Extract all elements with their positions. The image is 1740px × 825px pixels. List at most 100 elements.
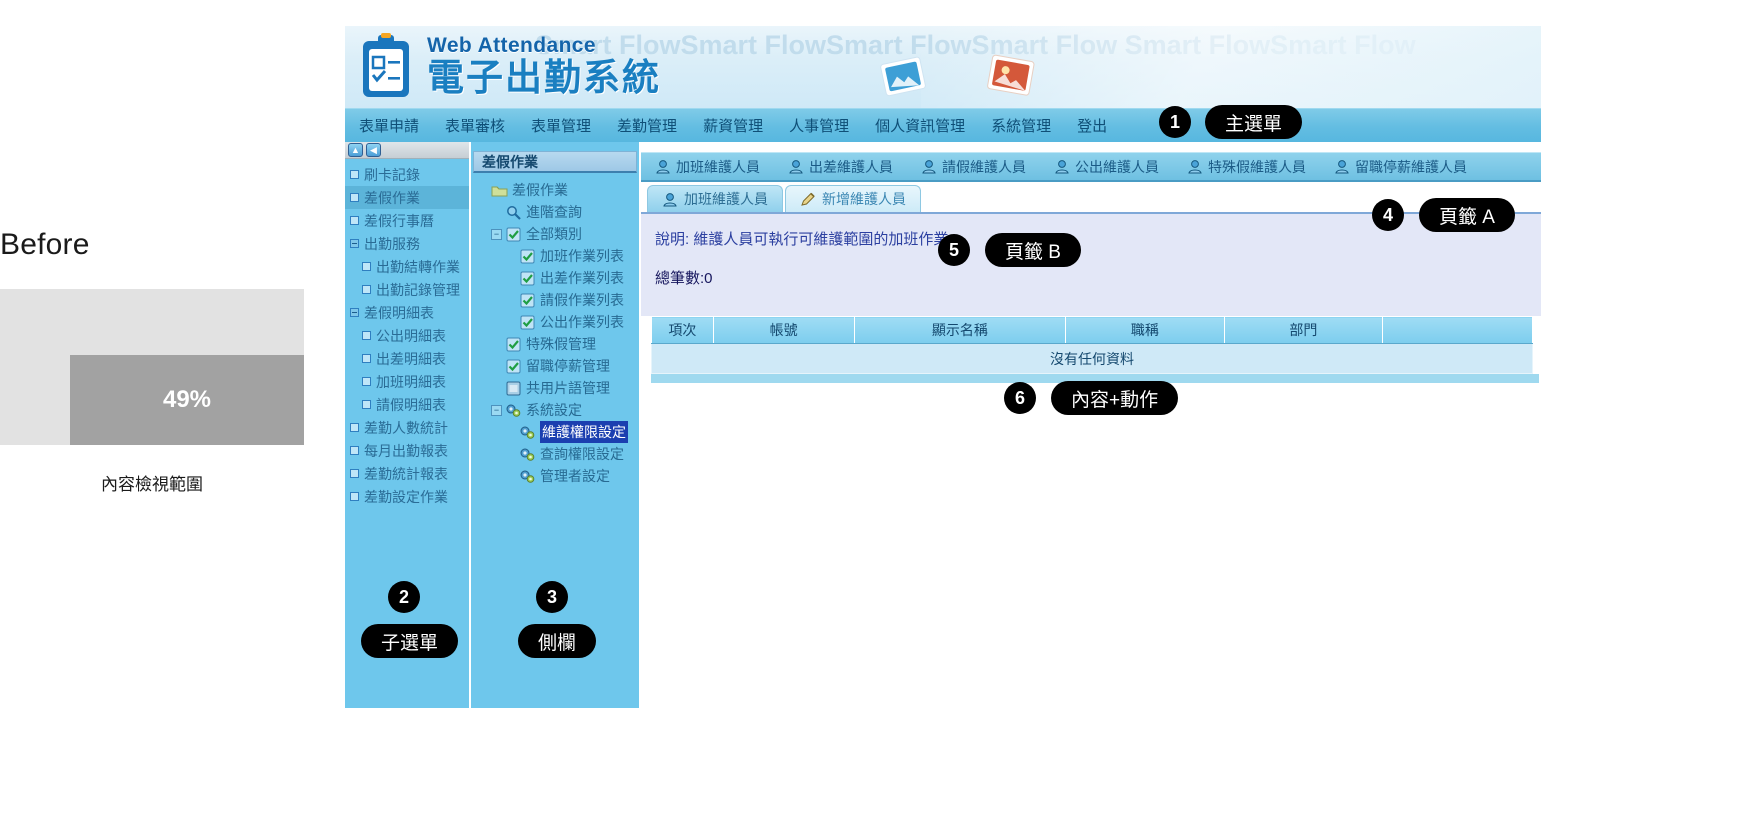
tab-strip-a[interactable]: 加班維護人員 出差維護人員 請假維護人員 公出維護人員 特殊假維護人員 留職停薪維護人員 — [641, 152, 1541, 182]
collapse-box-icon[interactable] — [350, 308, 359, 317]
main-menu-item-5[interactable]: 人事管理 — [789, 115, 849, 136]
tree-item-9[interactable]: 共用片語管理 — [477, 377, 639, 399]
main-menu-item-2[interactable]: 表單管理 — [531, 115, 591, 136]
tree-spacer-icon — [505, 449, 516, 460]
sub-menu-item-11[interactable]: 差勤人數統計 — [345, 416, 469, 439]
app-window: Smart FlowSmart FlowSmart FlowSmart Flow… — [345, 26, 1541, 708]
sub-menu-item-7[interactable]: 公出明細表 — [345, 324, 469, 347]
bullet-box-icon[interactable] — [350, 423, 359, 432]
app-banner: Smart FlowSmart FlowSmart FlowSmart Flow… — [345, 26, 1541, 108]
tree-collapse-icon[interactable]: − — [491, 228, 502, 240]
main-menu-item-6[interactable]: 個人資訊管理 — [875, 115, 965, 136]
table-column-header-1[interactable]: 帳號 — [712, 316, 855, 344]
sub-menu-item-5[interactable]: 出勤記錄管理 — [345, 278, 469, 301]
main-menu-item-0[interactable]: 表單申請 — [359, 115, 419, 136]
sub-menu-item-label: 差假明細表 — [364, 304, 434, 321]
tree-item-6[interactable]: 公出作業列表 — [477, 311, 639, 333]
callout-badge-3: 3 — [536, 581, 568, 613]
sub-menu-item-label: 差假行事曆 — [364, 212, 434, 229]
bullet-box-icon[interactable] — [362, 331, 371, 340]
bullet-box-icon[interactable] — [350, 446, 359, 455]
sub-menu-item-1[interactable]: 差假作業 — [345, 186, 469, 209]
app-title-zh: 電子出勤系統 — [427, 57, 661, 98]
tree-item-7[interactable]: 特殊假管理 — [477, 333, 639, 355]
bullet-box-icon[interactable] — [362, 262, 371, 271]
main-menu-item-3[interactable]: 差勤管理 — [617, 115, 677, 136]
tree-item-4[interactable]: 出差作業列表 — [477, 267, 639, 289]
sub-menu-item-0[interactable]: 刷卡記錄 — [345, 163, 469, 186]
table-column-header-2[interactable]: 顯示名稱 — [853, 316, 1067, 344]
sub-menu-item-6[interactable]: 差假明細表 — [345, 301, 469, 324]
bullet-box-icon[interactable] — [350, 193, 359, 202]
bullet-box-icon[interactable] — [362, 354, 371, 363]
callout-pill-6: 內容+動作 — [1051, 381, 1179, 415]
tree-item-10[interactable]: − 系統設定 — [477, 399, 639, 421]
main-menu-bar[interactable]: 表單申請 表單審核 表單管理 差勤管理 薪資管理 人事管理 個人資訊管理 系統管理 登出 — [345, 108, 1541, 142]
tree-spacer-icon — [505, 251, 516, 262]
sub-menu-item-4[interactable]: 出勤結轉作業 — [345, 255, 469, 278]
tree-item-13[interactable]: 管理者設定 — [477, 465, 639, 487]
table-column-header-0[interactable]: 項次 — [651, 316, 714, 344]
tree-collapse-icon[interactable]: − — [491, 404, 502, 416]
back-arrow-icon[interactable]: ◀ — [366, 143, 381, 157]
tab-b-1[interactable]: 新增維護人員 — [785, 185, 921, 212]
tab-b-label: 加班維護人員 — [684, 191, 768, 207]
bullet-box-icon[interactable] — [362, 400, 371, 409]
sub-menu-item-label: 出勤記錄管理 — [376, 281, 460, 298]
tree-item-2[interactable]: − 全部類別 — [477, 223, 639, 245]
gears-icon — [519, 425, 536, 440]
sub-menu-item-8[interactable]: 出差明細表 — [345, 347, 469, 370]
table-column-header-3[interactable]: 職稱 — [1065, 316, 1225, 344]
bullet-box-icon[interactable] — [350, 492, 359, 501]
result-table-wrapper: 項次 帳號 顯示名稱 職稱 部門 沒有任何資料 — [651, 316, 1539, 374]
user-icon — [1187, 159, 1203, 174]
tab-b-0[interactable]: 加班維護人員 — [647, 185, 783, 212]
tab-strip-b[interactable]: 加班維護人員 新增維護人員 — [641, 182, 1541, 212]
sub-menu-item-12[interactable]: 每月出勤報表 — [345, 439, 469, 462]
sub-menu-toolbar[interactable]: ▲ ◀ — [345, 142, 469, 159]
bullet-box-icon[interactable] — [350, 170, 359, 179]
tab-a-0[interactable]: 加班維護人員 — [655, 157, 760, 177]
tab-a-label: 加班維護人員 — [676, 158, 760, 175]
tab-a-5[interactable]: 留職停薪維護人員 — [1334, 157, 1467, 177]
gears-icon — [505, 403, 522, 418]
tree-item-1[interactable]: 進階查詢 — [477, 201, 639, 223]
checklist-icon — [505, 359, 522, 374]
tree-item-8[interactable]: 留職停薪管理 — [477, 355, 639, 377]
callout-badge-6: 6 — [1004, 382, 1036, 414]
table-column-header-5[interactable] — [1382, 316, 1533, 344]
tree-item-3[interactable]: 加班作業列表 — [477, 245, 639, 267]
bullet-box-icon[interactable] — [362, 285, 371, 294]
table-column-header-4[interactable]: 部門 — [1223, 316, 1384, 344]
collapse-box-icon[interactable] — [350, 239, 359, 248]
main-menu-item-7[interactable]: 系統管理 — [991, 115, 1051, 136]
bullet-box-icon[interactable] — [350, 216, 359, 225]
tab-a-4[interactable]: 特殊假維護人員 — [1187, 157, 1306, 177]
tab-a-2[interactable]: 請假維護人員 — [921, 157, 1026, 177]
tab-a-3[interactable]: 公出維護人員 — [1054, 157, 1159, 177]
tree-item-0[interactable]: 差假作業 — [477, 179, 639, 201]
bullet-box-icon[interactable] — [362, 377, 371, 386]
sub-menu-item-10[interactable]: 請假明細表 — [345, 393, 469, 416]
tree-item-label: 管理者設定 — [540, 468, 610, 484]
tree-item-label: 進階查詢 — [526, 204, 582, 220]
folder-icon — [491, 183, 508, 198]
sub-menu-item-3[interactable]: 出勤服務 — [345, 232, 469, 255]
sub-menu-item-9[interactable]: 加班明細表 — [345, 370, 469, 393]
main-menu-item-1[interactable]: 表單審核 — [445, 115, 505, 136]
sub-menu-item-14[interactable]: 差勤設定作業 — [345, 485, 469, 508]
main-menu-item-4[interactable]: 薪資管理 — [703, 115, 763, 136]
callout-badge-5: 5 — [938, 234, 970, 266]
tree-item-label: 共用片語管理 — [526, 380, 610, 396]
main-menu-item-8[interactable]: 登出 — [1077, 115, 1107, 136]
tree-item-11[interactable]: 維護權限設定 — [477, 421, 639, 443]
tab-a-1[interactable]: 出差維護人員 — [788, 157, 893, 177]
sub-menu-item-2[interactable]: 差假行事曆 — [345, 209, 469, 232]
before-diagram: Before 49% 內容檢視範圍 — [0, 0, 340, 825]
tree-item-5[interactable]: 請假作業列表 — [477, 289, 639, 311]
tree-spacer-icon — [505, 471, 516, 482]
tree-item-12[interactable]: 查詢權限設定 — [477, 443, 639, 465]
bullet-box-icon[interactable] — [350, 469, 359, 478]
sub-menu-item-13[interactable]: 差勤統計報表 — [345, 462, 469, 485]
up-arrow-icon[interactable]: ▲ — [348, 143, 363, 157]
